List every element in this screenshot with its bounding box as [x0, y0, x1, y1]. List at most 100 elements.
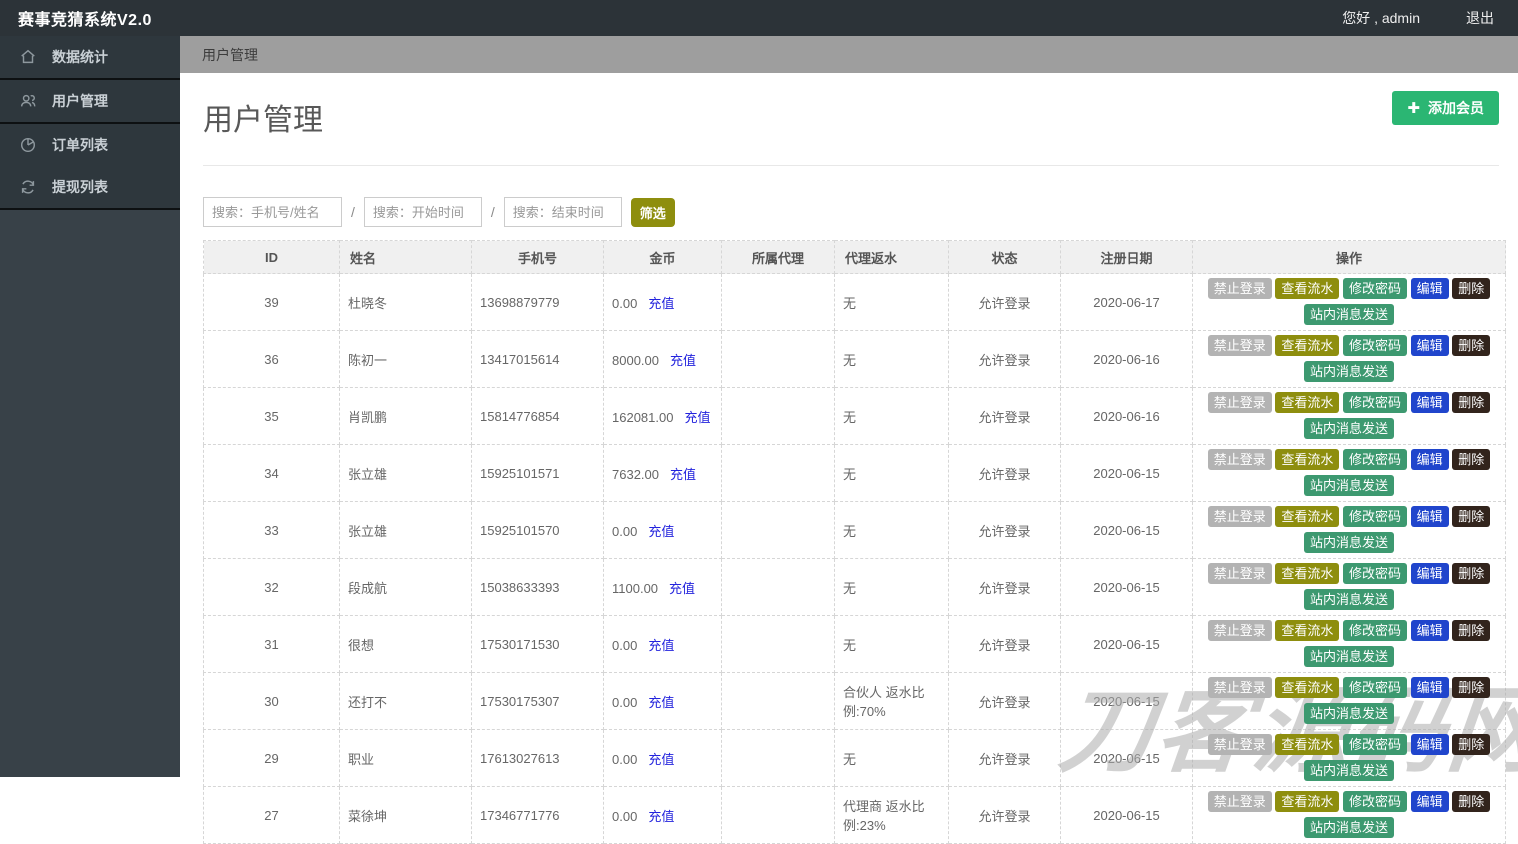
- search-start-time-input[interactable]: [364, 197, 482, 227]
- recharge-link[interactable]: 充值: [669, 581, 695, 596]
- view-flow-button[interactable]: 查看流水: [1275, 620, 1339, 641]
- change-password-button[interactable]: 修改密码: [1343, 506, 1407, 527]
- sidebar-item-user-management[interactable]: 用户管理: [0, 80, 180, 122]
- sidebar-item-withdraw-list[interactable]: 提现列表: [0, 166, 180, 208]
- recharge-link[interactable]: 充值: [648, 695, 674, 710]
- delete-button[interactable]: 删除: [1452, 791, 1490, 812]
- edit-button[interactable]: 编辑: [1411, 791, 1449, 812]
- change-password-button[interactable]: 修改密码: [1343, 563, 1407, 584]
- cell-phone: 17530175307: [472, 673, 604, 730]
- cell-reg-date: 2020-06-15: [1061, 673, 1193, 730]
- send-site-message-button[interactable]: 站内消息发送: [1304, 703, 1394, 724]
- edit-button[interactable]: 编辑: [1411, 620, 1449, 641]
- logout-link[interactable]: 退出: [1466, 8, 1494, 28]
- recharge-link[interactable]: 充值: [648, 752, 674, 767]
- sidebar-item-data-stats[interactable]: 数据统计: [0, 36, 180, 78]
- ban-login-button[interactable]: 禁止登录: [1208, 677, 1272, 698]
- recharge-link[interactable]: 充值: [670, 353, 696, 368]
- delete-button[interactable]: 删除: [1452, 506, 1490, 527]
- recharge-link[interactable]: 充值: [648, 524, 674, 539]
- edit-button[interactable]: 编辑: [1411, 335, 1449, 356]
- cell-actions: 禁止登录 查看流水 修改密码 编辑 删除 站内消息发送: [1193, 616, 1506, 673]
- cell-reg-date: 2020-06-16: [1061, 388, 1193, 445]
- view-flow-button[interactable]: 查看流水: [1275, 335, 1339, 356]
- delete-button[interactable]: 删除: [1452, 335, 1490, 356]
- view-flow-button[interactable]: 查看流水: [1275, 392, 1339, 413]
- cell-reg-date: 2020-06-15: [1061, 445, 1193, 502]
- ban-login-button[interactable]: 禁止登录: [1208, 620, 1272, 641]
- view-flow-button[interactable]: 查看流水: [1275, 506, 1339, 527]
- send-site-message-button[interactable]: 站内消息发送: [1304, 760, 1394, 781]
- send-site-message-button[interactable]: 站内消息发送: [1304, 817, 1394, 838]
- cell-status: 允许登录: [949, 787, 1061, 844]
- change-password-button[interactable]: 修改密码: [1343, 335, 1407, 356]
- edit-button[interactable]: 编辑: [1411, 278, 1449, 299]
- view-flow-button[interactable]: 查看流水: [1275, 791, 1339, 812]
- delete-button[interactable]: 删除: [1452, 563, 1490, 584]
- change-password-button[interactable]: 修改密码: [1343, 677, 1407, 698]
- search-end-time-input[interactable]: [504, 197, 622, 227]
- send-site-message-button[interactable]: 站内消息发送: [1304, 532, 1394, 553]
- send-site-message-button[interactable]: 站内消息发送: [1304, 589, 1394, 610]
- send-site-message-button[interactable]: 站内消息发送: [1304, 646, 1394, 667]
- send-site-message-button[interactable]: 站内消息发送: [1304, 475, 1394, 496]
- sidebar-item-label: 用户管理: [52, 91, 108, 111]
- send-site-message-button[interactable]: 站内消息发送: [1304, 418, 1394, 439]
- cell-agent: [722, 274, 835, 331]
- edit-button[interactable]: 编辑: [1411, 677, 1449, 698]
- edit-button[interactable]: 编辑: [1411, 506, 1449, 527]
- user-table-body: 39 杜晓冬 13698879779 0.00充值 无 允许登录 2020-06…: [204, 274, 1506, 844]
- recharge-link[interactable]: 充值: [684, 410, 710, 425]
- edit-button[interactable]: 编辑: [1411, 392, 1449, 413]
- send-site-message-button[interactable]: 站内消息发送: [1304, 361, 1394, 382]
- recharge-link[interactable]: 充值: [648, 638, 674, 653]
- ban-login-button[interactable]: 禁止登录: [1208, 734, 1272, 755]
- edit-button[interactable]: 编辑: [1411, 563, 1449, 584]
- ban-login-button[interactable]: 禁止登录: [1208, 791, 1272, 812]
- change-password-button[interactable]: 修改密码: [1343, 620, 1407, 641]
- ban-login-button[interactable]: 禁止登录: [1208, 278, 1272, 299]
- cell-id: 36: [204, 331, 340, 388]
- change-password-button[interactable]: 修改密码: [1343, 734, 1407, 755]
- cell-id: 33: [204, 502, 340, 559]
- view-flow-button[interactable]: 查看流水: [1275, 734, 1339, 755]
- cell-id: 35: [204, 388, 340, 445]
- cell-phone: 17346771776: [472, 787, 604, 844]
- cell-phone: 17613027613: [472, 730, 604, 787]
- recharge-link[interactable]: 充值: [648, 296, 674, 311]
- view-flow-button[interactable]: 查看流水: [1275, 563, 1339, 584]
- search-phone-name-input[interactable]: [203, 197, 342, 227]
- change-password-button[interactable]: 修改密码: [1343, 278, 1407, 299]
- sidebar-item-label: 数据统计: [52, 47, 108, 67]
- ban-login-button[interactable]: 禁止登录: [1208, 392, 1272, 413]
- recharge-link[interactable]: 充值: [670, 467, 696, 482]
- change-password-button[interactable]: 修改密码: [1343, 449, 1407, 470]
- add-member-button[interactable]: ✚ 添加会员: [1392, 91, 1499, 125]
- ban-login-button[interactable]: 禁止登录: [1208, 449, 1272, 470]
- view-flow-button[interactable]: 查看流水: [1275, 677, 1339, 698]
- user-table: ID 姓名 手机号 金币 所属代理 代理返水 状态 注册日期 操作 39 杜晓冬…: [203, 240, 1504, 844]
- delete-button[interactable]: 删除: [1452, 677, 1490, 698]
- cell-status: 允许登录: [949, 331, 1061, 388]
- change-password-button[interactable]: 修改密码: [1343, 392, 1407, 413]
- send-site-message-button[interactable]: 站内消息发送: [1304, 304, 1394, 325]
- ban-login-button[interactable]: 禁止登录: [1208, 506, 1272, 527]
- delete-button[interactable]: 删除: [1452, 449, 1490, 470]
- edit-button[interactable]: 编辑: [1411, 449, 1449, 470]
- cell-reg-date: 2020-06-15: [1061, 559, 1193, 616]
- delete-button[interactable]: 删除: [1452, 620, 1490, 641]
- header-agent: 所属代理: [722, 241, 835, 274]
- recharge-link[interactable]: 充值: [648, 809, 674, 824]
- delete-button[interactable]: 删除: [1452, 734, 1490, 755]
- sidebar-item-order-list[interactable]: 订单列表: [0, 124, 180, 166]
- view-flow-button[interactable]: 查看流水: [1275, 278, 1339, 299]
- change-password-button[interactable]: 修改密码: [1343, 791, 1407, 812]
- edit-button[interactable]: 编辑: [1411, 734, 1449, 755]
- view-flow-button[interactable]: 查看流水: [1275, 449, 1339, 470]
- ban-login-button[interactable]: 禁止登录: [1208, 563, 1272, 584]
- filter-button[interactable]: 筛选: [631, 198, 675, 227]
- delete-button[interactable]: 删除: [1452, 278, 1490, 299]
- ban-login-button[interactable]: 禁止登录: [1208, 335, 1272, 356]
- cell-id: 30: [204, 673, 340, 730]
- delete-button[interactable]: 删除: [1452, 392, 1490, 413]
